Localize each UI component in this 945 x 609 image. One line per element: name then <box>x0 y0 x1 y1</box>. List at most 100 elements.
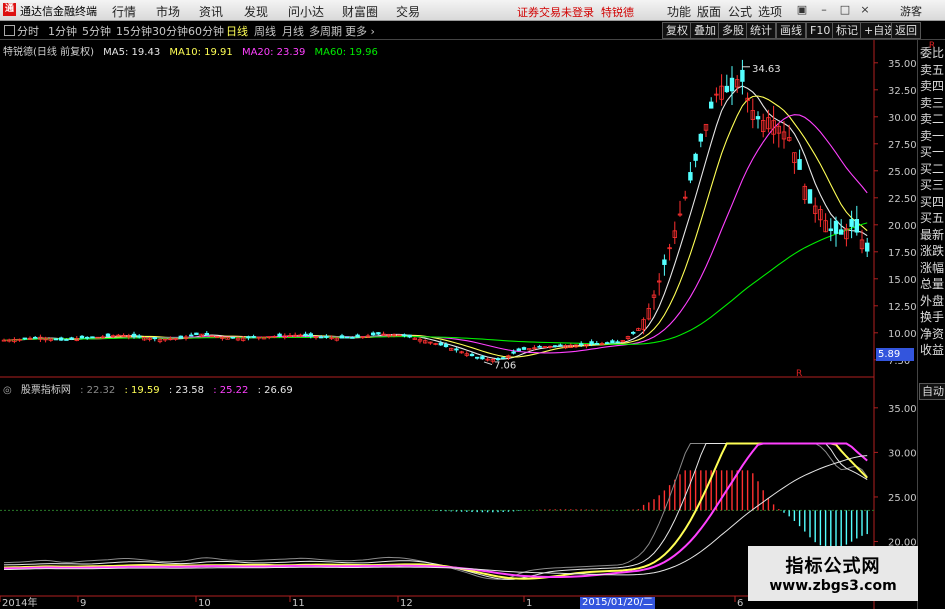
legend-ma10: MA10: 19.91 <box>169 47 233 58</box>
low-price-pointer <box>483 361 493 366</box>
date-tick-label: 6 <box>737 598 743 609</box>
date-tick-label: 1 <box>526 598 532 609</box>
current-price-box: 5.89 <box>876 348 914 361</box>
date-tick-label: 9 <box>80 598 86 609</box>
candle-body <box>303 333 308 336</box>
sidebar-item-15[interactable]: 外盘 <box>918 294 945 309</box>
candle-body <box>807 189 813 204</box>
sidebar-item-5[interactable]: 卖一 <box>918 129 945 144</box>
candle-body <box>454 348 459 351</box>
legend-ma20: MA20: 23.39 <box>241 47 306 58</box>
watermark-url: www.zbgs3.com <box>769 578 897 594</box>
candlesticks <box>1 59 870 364</box>
candle-body <box>521 347 527 350</box>
price-tick-label: 35.00 <box>888 59 917 70</box>
indicator-value-5: : 26.69 <box>257 385 293 396</box>
candle-body <box>537 345 542 348</box>
candle-body <box>188 334 194 337</box>
price-tick-label: 22.50 <box>888 194 917 205</box>
sidebar-item-3[interactable]: 卖三 <box>918 96 945 111</box>
watermark-banner: 指标公式网 www.zbgs3.com <box>748 546 918 601</box>
candle-body <box>833 220 839 234</box>
candle-body <box>277 333 282 337</box>
sidebar-item-10[interactable]: 买五 <box>918 211 945 226</box>
candle-body <box>698 133 703 142</box>
sidebar-item-11[interactable]: 最新 <box>918 228 945 243</box>
candle-body <box>178 335 183 339</box>
sidebar-item-0[interactable]: 委比 <box>918 46 945 61</box>
right-marker: R <box>796 369 802 379</box>
candle-body <box>246 336 251 339</box>
chart-area[interactable]: 35.00 32.50 30.00 27.50 25.00 22.50 20.00 17.50… <box>0 0 917 609</box>
indicator-tick-label: 25.00 <box>888 493 917 504</box>
candle-body <box>755 116 761 120</box>
candle-body <box>724 85 729 93</box>
price-tick-label: 27.50 <box>888 140 917 151</box>
candle-body <box>610 340 615 344</box>
sidebar-item-16[interactable]: 换手 <box>918 310 945 325</box>
candle-body <box>553 345 558 348</box>
candle-body <box>251 336 256 338</box>
price-tick-label: 15.00 <box>888 275 917 286</box>
sidebar-item-12[interactable]: 涨跌 <box>918 244 945 259</box>
candle-body <box>558 344 563 347</box>
candle-body <box>631 331 636 334</box>
sidebar-item-6[interactable]: 买一 <box>918 145 945 160</box>
date-tick-label: 11 <box>292 598 305 609</box>
candle-body <box>318 336 324 339</box>
candle-body <box>589 341 594 345</box>
candle-body <box>33 336 38 339</box>
indicator-value-4: : 25.22 <box>213 385 249 396</box>
high-price-label: 34.63 <box>752 64 781 75</box>
candle-body <box>85 336 90 339</box>
sidebar-item-13[interactable]: 涨幅 <box>918 261 945 276</box>
candle-body <box>376 332 381 335</box>
candle-body <box>53 338 59 341</box>
auto-button[interactable]: 自动 <box>919 383 945 400</box>
candle-body <box>579 343 584 346</box>
sidebar-item-9[interactable]: 买四 <box>918 195 945 210</box>
candle-body <box>469 353 475 357</box>
candle-body <box>615 341 620 344</box>
sidebar-item-18[interactable]: 收益 <box>918 343 945 358</box>
watermark-title: 指标公式网 <box>785 556 881 577</box>
candle-body <box>474 356 480 359</box>
date-tick-label: 10 <box>198 598 211 609</box>
candle-body <box>370 332 376 336</box>
price-axis: 35.00 32.50 30.00 27.50 25.00 22.50 20.00 17.50… <box>874 59 917 367</box>
indicator-tick-label: 30.00 <box>888 448 917 459</box>
sidebar-item-8[interactable]: 买三 <box>918 178 945 193</box>
candle-body <box>22 337 27 340</box>
date-tick-label: 12 <box>400 598 413 609</box>
indicator-line-1 <box>3 443 868 580</box>
candle-body <box>204 332 209 336</box>
price-tick-label: 17.50 <box>888 248 917 259</box>
candle-body <box>355 334 360 338</box>
candle-body <box>443 344 449 348</box>
candle-body <box>79 335 85 339</box>
candle-body <box>740 69 745 82</box>
main-legend-title: 特锐德(日线 前复权) <box>3 47 94 58</box>
candle-body <box>828 228 833 232</box>
legend-ma5: MA5: 19.43 <box>103 47 161 58</box>
sidebar-item-14[interactable]: 总量 <box>918 277 945 292</box>
sidebar-item-17[interactable]: 净资 <box>918 327 945 342</box>
indicator-gear-icon[interactable]: ◎ <box>3 385 12 396</box>
indicator-lines <box>3 442 868 580</box>
sidebar-item-1[interactable]: 卖五 <box>918 63 945 78</box>
candle-body <box>131 333 137 337</box>
price-tick-label: 10.00 <box>888 329 917 340</box>
quote-sidebar: R 委比 卖五 卖四 卖三 卖二 卖一 买一 买二 买三 买四 买五 最新 涨跌 涨幅 总量 外盘 换手 净资 收益… <box>917 40 945 609</box>
sidebar-item-2[interactable]: 卖四 <box>918 79 945 94</box>
candle-body <box>1 339 7 342</box>
candle-body <box>438 342 443 346</box>
candle-body <box>797 159 802 170</box>
candle-body <box>511 351 516 354</box>
candle-body <box>709 101 714 109</box>
low-price-label: 7.06 <box>494 361 516 372</box>
candle-body <box>605 342 610 344</box>
candle-body <box>308 333 313 337</box>
sidebar-item-4[interactable]: 卖二 <box>918 112 945 127</box>
candle-body <box>849 219 854 227</box>
sidebar-item-7[interactable]: 买二 <box>918 162 945 177</box>
